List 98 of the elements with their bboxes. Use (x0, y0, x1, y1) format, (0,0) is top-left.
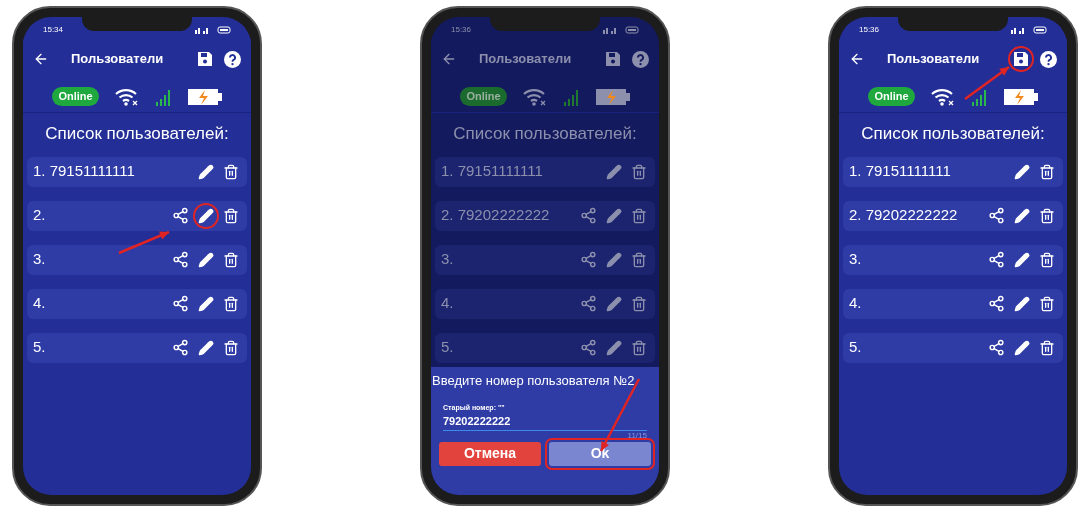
user-label: 4. (33, 293, 46, 314)
signal-icon (562, 87, 581, 106)
share-icon[interactable] (172, 207, 189, 224)
cancel-button[interactable]: Отмена (439, 441, 541, 466)
wifi-off-icon (521, 86, 548, 107)
share-icon[interactable] (580, 339, 597, 356)
dialog-title: Введите номер пользователя №2 (432, 372, 636, 390)
share-icon[interactable] (580, 207, 597, 224)
edit-icon[interactable] (606, 339, 622, 356)
share-icon[interactable] (988, 207, 1005, 224)
signal-icon (970, 87, 989, 106)
user-label: 1. 79151111111 (33, 161, 135, 182)
user-label: 3. (849, 249, 862, 270)
user-row[interactable]: 5. (843, 332, 1063, 363)
user-row[interactable]: 4. (843, 288, 1063, 319)
help-icon[interactable] (1040, 50, 1057, 68)
user-label: 2. 79202222222 (849, 205, 958, 226)
status-badge: Online (52, 87, 99, 106)
edit-icon[interactable] (606, 207, 622, 224)
user-row[interactable]: 2. (27, 200, 247, 231)
delete-icon[interactable] (1039, 295, 1055, 312)
user-label: 1. 79151111111 (849, 161, 951, 182)
status-time: 15:36 (451, 24, 472, 36)
list-heading: Список пользователей: (44, 123, 230, 145)
delete-icon[interactable] (631, 295, 647, 312)
delete-icon[interactable] (1039, 339, 1055, 356)
delete-icon[interactable] (223, 339, 239, 356)
signal-icon (154, 87, 173, 106)
delete-icon[interactable] (223, 295, 239, 312)
list-heading: Список пользователей: (452, 123, 638, 145)
status-icons-drawing (1011, 26, 1047, 34)
user-label: 1. 79151111111 (441, 161, 543, 182)
edit-icon[interactable] (606, 251, 622, 268)
user-row[interactable]: 1. 79151111111 (27, 156, 247, 187)
delete-icon[interactable] (223, 251, 239, 268)
screen-title: Пользователи (479, 50, 572, 69)
status-icons-drawing (603, 26, 639, 34)
user-label: 5. (849, 337, 862, 358)
battery-charging-icon (187, 87, 222, 106)
delete-icon[interactable] (631, 251, 647, 268)
wifi-off-icon (113, 86, 140, 107)
user-row[interactable]: 2. 79202222222 (843, 200, 1063, 231)
share-icon[interactable] (988, 295, 1005, 312)
share-icon[interactable] (172, 339, 189, 356)
user-row[interactable]: 3. (435, 244, 655, 275)
user-label: 4. (441, 293, 454, 314)
user-label: 2. 79202222222 (441, 205, 550, 226)
battery-charging-icon (1003, 87, 1038, 106)
screen-title: Пользователи (71, 50, 164, 69)
user-row[interactable]: 3. (27, 244, 247, 275)
back-icon[interactable] (849, 51, 865, 67)
delete-icon[interactable] (223, 207, 239, 224)
help-icon[interactable] (224, 50, 241, 68)
phone-number-field[interactable]: 79202222222 (443, 413, 647, 431)
user-label: 5. (33, 337, 46, 358)
user-row[interactable]: 2. 79202222222 (435, 200, 655, 231)
delete-icon[interactable] (631, 207, 647, 224)
back-icon[interactable] (33, 51, 49, 67)
user-label: 5. (441, 337, 454, 358)
status-time: 15:34 (43, 24, 64, 36)
user-row[interactable]: 4. (27, 288, 247, 319)
save-icon[interactable] (605, 51, 621, 67)
share-icon[interactable] (580, 251, 597, 268)
edit-icon[interactable] (606, 163, 622, 180)
user-row[interactable]: 4. (435, 288, 655, 319)
user-label: 2. (33, 205, 46, 226)
status-icons-drawing (195, 26, 231, 34)
status-time: 15:36 (859, 24, 880, 36)
delete-icon[interactable] (631, 339, 647, 356)
status-badge: Online (868, 87, 915, 106)
help-icon[interactable] (632, 50, 649, 68)
user-row[interactable]: 5. (435, 332, 655, 363)
user-label: 4. (849, 293, 862, 314)
share-icon[interactable] (172, 251, 189, 268)
status-badge: Online (460, 87, 507, 106)
delete-icon[interactable] (223, 163, 239, 180)
user-row[interactable]: 5. (27, 332, 247, 363)
list-heading: Список пользователей: (860, 123, 1046, 145)
battery-charging-icon (595, 87, 630, 106)
user-row[interactable]: 3. (843, 244, 1063, 275)
delete-icon[interactable] (631, 163, 647, 180)
delete-icon[interactable] (1039, 163, 1055, 180)
delete-icon[interactable] (1039, 251, 1055, 268)
user-label: 3. (441, 249, 454, 270)
character-counter: 11/15 (627, 430, 647, 440)
user-row[interactable]: 1. 79151111111 (435, 156, 655, 187)
user-row[interactable]: 1. 79151111111 (843, 156, 1063, 187)
save-icon[interactable] (197, 51, 213, 67)
screen-title: Пользователи (887, 50, 980, 69)
share-icon[interactable] (580, 295, 597, 312)
delete-icon[interactable] (1039, 207, 1055, 224)
wifi-off-icon (929, 86, 956, 107)
share-icon[interactable] (172, 295, 189, 312)
edit-icon[interactable] (606, 295, 622, 312)
share-icon[interactable] (988, 251, 1005, 268)
back-icon[interactable] (441, 51, 457, 67)
user-label: 3. (33, 249, 46, 270)
share-icon[interactable] (988, 339, 1005, 356)
